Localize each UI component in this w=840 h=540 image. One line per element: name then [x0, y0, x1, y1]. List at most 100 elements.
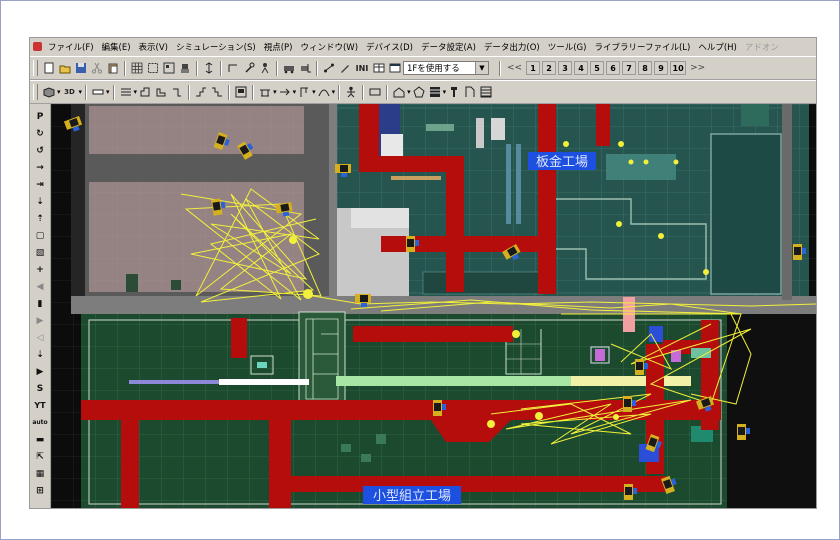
warehouse-area[interactable] — [71, 104, 329, 296]
floor-select[interactable]: 1Fを使用する ▼ — [403, 61, 489, 75]
lift-icon[interactable] — [258, 85, 272, 99]
page-button-3[interactable]: 3 — [558, 61, 573, 75]
machine-icon[interactable] — [138, 85, 152, 99]
door-icon[interactable] — [463, 85, 477, 99]
reverse-icon[interactable]: ◁ — [33, 331, 47, 345]
vehicle-icon[interactable] — [282, 61, 296, 75]
grid-icon[interactable] — [130, 61, 144, 75]
house-icon[interactable] — [392, 85, 406, 99]
paste-icon[interactable] — [106, 61, 120, 75]
menu-tools[interactable]: ツール(G) — [544, 41, 591, 53]
forklift-icon[interactable] — [298, 61, 312, 75]
rectangle-icon[interactable] — [368, 85, 382, 99]
view-3d-button[interactable]: 3D — [62, 85, 78, 99]
rotate-cw-icon[interactable]: ↻ — [33, 127, 47, 141]
menu-edit[interactable]: 編集(E) — [98, 41, 135, 53]
step-down-icon[interactable] — [210, 85, 224, 99]
cut-icon[interactable] — [90, 61, 104, 75]
select-area-icon[interactable] — [146, 61, 160, 75]
new-file-icon[interactable] — [42, 61, 56, 75]
wrench-icon[interactable] — [242, 61, 256, 75]
dropdown-arrow-icon[interactable]: ▾ — [134, 88, 138, 96]
export-icon[interactable]: ⇱ — [33, 450, 47, 464]
menu-simulation[interactable]: シミュレーション(S) — [172, 41, 260, 53]
run-icon[interactable]: ▶ — [33, 365, 47, 379]
speed-s-button[interactable]: S — [33, 382, 47, 396]
yt-button[interactable]: YT — [33, 399, 47, 413]
page-button-2[interactable]: 2 — [542, 61, 557, 75]
open-folder-icon[interactable] — [58, 61, 72, 75]
next-page-button[interactable]: >> — [690, 63, 705, 73]
panel-icon[interactable] — [234, 85, 248, 99]
page-button-1[interactable]: 1 — [526, 61, 541, 75]
ini-icon[interactable]: INI — [354, 61, 370, 75]
dropdown-arrow-icon[interactable]: ▾ — [79, 88, 83, 96]
bar-icon[interactable]: ▬ — [33, 433, 47, 447]
worker-path-icon[interactable] — [258, 61, 272, 75]
frame-icon[interactable]: ▢ — [33, 229, 47, 243]
box-3d-icon[interactable] — [42, 85, 56, 99]
menu-library-file[interactable]: ライブラリーファイル(L) — [590, 41, 694, 53]
align-right-icon[interactable]: ⇥ — [33, 178, 47, 192]
dropdown-arrow-icon[interactable]: ▾ — [407, 88, 411, 96]
table-icon[interactable] — [372, 61, 386, 75]
dropdown-arrow-icon[interactable]: ▾ — [57, 88, 61, 96]
camera-icon[interactable]: ▦ — [33, 467, 47, 481]
menu-addon[interactable]: アドオン — [741, 41, 783, 53]
play-icon[interactable]: ▶ — [33, 314, 47, 328]
hatch-icon[interactable]: ▧ — [33, 246, 47, 260]
auto-button[interactable]: auto — [32, 416, 47, 430]
arrow-path-icon[interactable] — [278, 85, 292, 99]
dropdown-arrow-icon[interactable]: ▾ — [443, 88, 447, 96]
menu-view[interactable]: 表示(V) — [135, 41, 172, 53]
rotate-ccw-icon[interactable]: ↺ — [33, 144, 47, 158]
buffer-icon[interactable] — [170, 85, 184, 99]
page-button-10[interactable]: 10 — [670, 61, 687, 75]
pointer-tool[interactable]: P — [33, 110, 47, 124]
window-icon[interactable] — [388, 61, 402, 75]
dropdown-arrow-icon[interactable]: ▾ — [273, 88, 277, 96]
toolbar-grip[interactable] — [33, 84, 38, 100]
dropdown-arrow-icon[interactable]: ▾ — [293, 88, 297, 96]
menu-viewpoint[interactable]: 視点(P) — [260, 41, 297, 53]
vertical-move-icon[interactable] — [202, 61, 216, 75]
crane-icon[interactable] — [297, 85, 311, 99]
chevron-down-icon[interactable]: ▼ — [475, 62, 488, 74]
factory-layout-svg[interactable]: 板金工場 小型組立工場 — [51, 104, 816, 508]
add-icon[interactable]: + — [33, 263, 47, 277]
link-icon[interactable] — [322, 61, 336, 75]
prev-page-button[interactable]: << — [507, 63, 522, 73]
station-icon[interactable] — [154, 85, 168, 99]
dropdown-arrow-icon[interactable]: ▾ — [312, 88, 316, 96]
layout-canvas[interactable]: 板金工場 小型組立工場 — [51, 104, 816, 508]
curve-icon[interactable] — [317, 85, 331, 99]
toolbar-grip[interactable] — [33, 60, 38, 76]
path-tool-icon[interactable] — [226, 61, 240, 75]
pen-icon[interactable] — [338, 61, 352, 75]
stop-icon[interactable]: ▮ — [33, 297, 47, 311]
menu-window[interactable]: ウィンドウ(W) — [296, 41, 362, 53]
page-button-5[interactable]: 5 — [590, 61, 605, 75]
robot-icon[interactable] — [178, 61, 192, 75]
dropdown-arrow-icon[interactable]: ▾ — [332, 88, 336, 96]
shelf-icon[interactable] — [479, 85, 493, 99]
sheet-metal-factory[interactable] — [329, 104, 809, 300]
move-down-icon[interactable]: ⇣ — [33, 195, 47, 209]
page-button-7[interactable]: 7 — [622, 61, 637, 75]
move-up-icon[interactable]: ⇡ — [33, 212, 47, 226]
page-button-9[interactable]: 9 — [654, 61, 669, 75]
step-up-icon[interactable] — [194, 85, 208, 99]
menu-data-settings[interactable]: データ設定(A) — [417, 41, 480, 53]
step-back-icon[interactable]: ◀ — [33, 280, 47, 294]
page-button-4[interactable]: 4 — [574, 61, 589, 75]
page-button-8[interactable]: 8 — [638, 61, 653, 75]
move-right-icon[interactable]: → — [33, 161, 47, 175]
rack-icon[interactable] — [119, 85, 133, 99]
menu-help[interactable]: ヘルプ(H) — [694, 41, 741, 53]
worker-icon[interactable] — [344, 85, 358, 99]
fill-pattern-icon[interactable] — [428, 85, 442, 99]
menu-file[interactable]: ファイル(F) — [44, 41, 98, 53]
dropdown-arrow-icon[interactable]: ▾ — [106, 88, 110, 96]
page-button-6[interactable]: 6 — [606, 61, 621, 75]
grid-view-icon[interactable]: ⊞ — [33, 484, 47, 498]
